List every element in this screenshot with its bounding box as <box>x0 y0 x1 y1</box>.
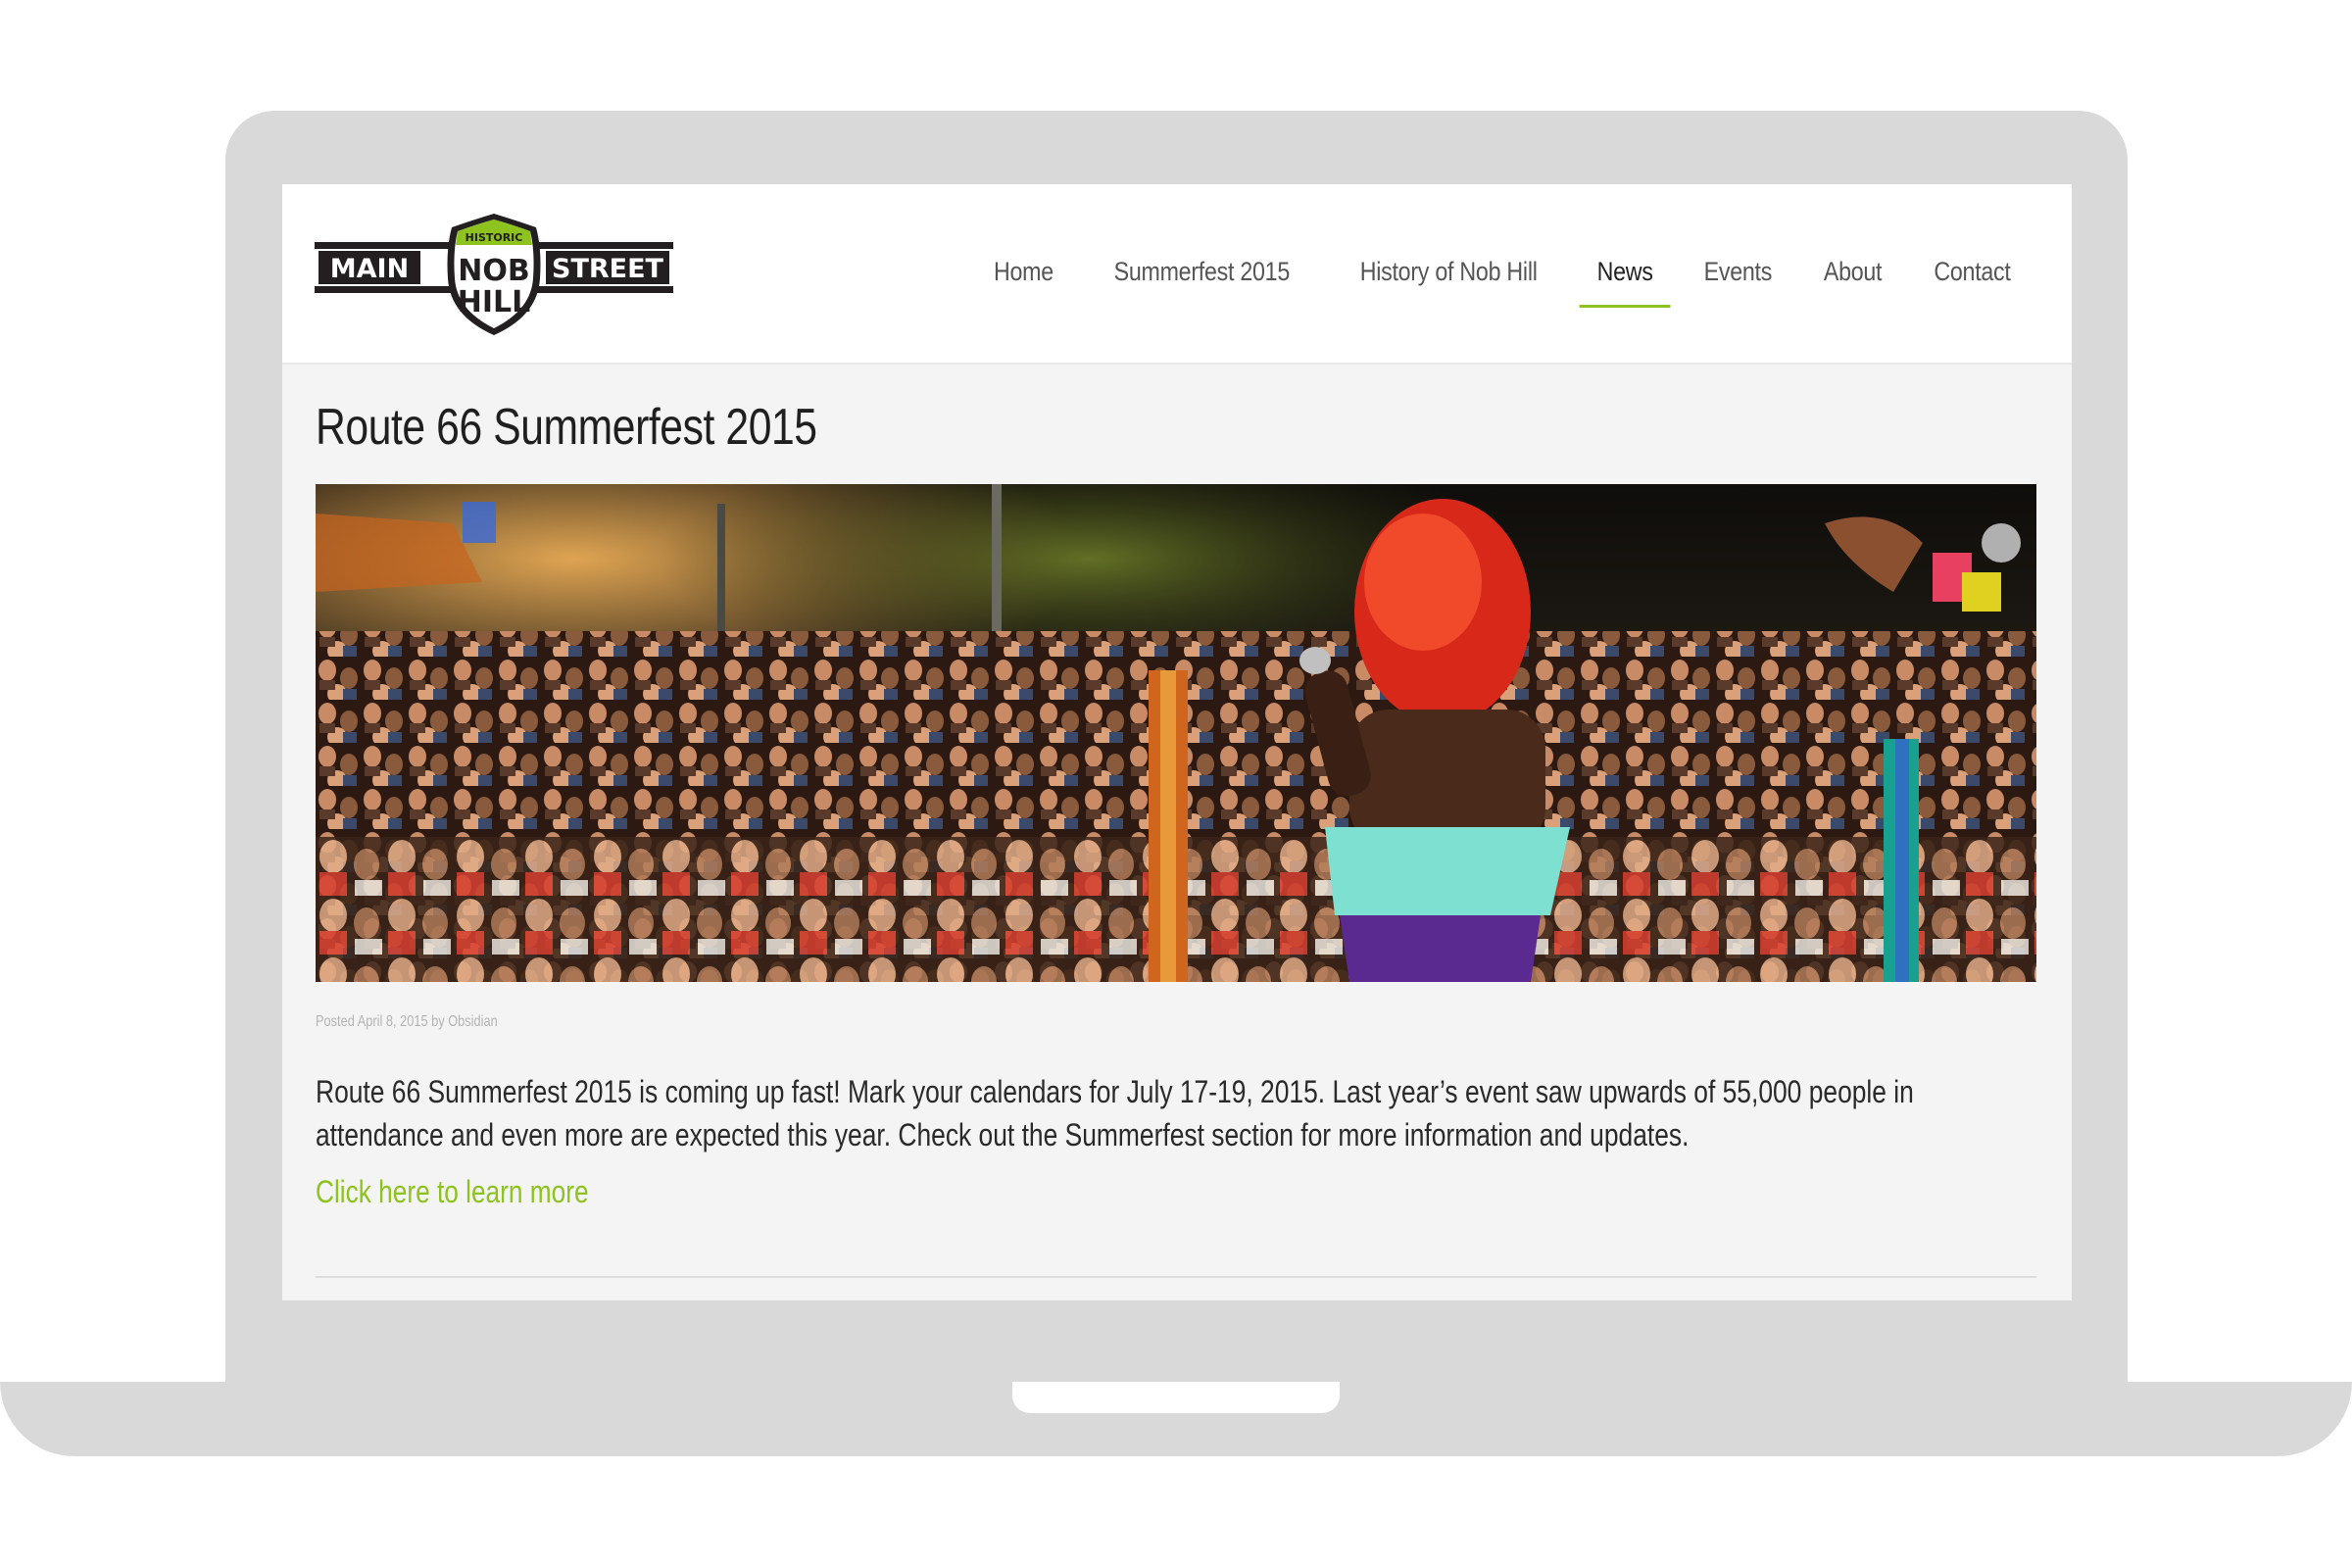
logo-hill-text: HILL <box>458 285 531 319</box>
nav-item-label: History of Nob Hill <box>1359 257 1538 286</box>
logo-main-text: MAIN <box>330 254 409 284</box>
site-header: HISTORIC MAIN NOB HILL STREET Home Summer… <box>282 184 2072 365</box>
logo-historic-text: HISTORIC <box>466 231 523 244</box>
post-divider <box>316 1276 2036 1278</box>
nav-item-label: Summerfest 2015 <box>1113 257 1291 286</box>
nav-item-news[interactable]: News <box>1579 253 1671 321</box>
hero-concert-photo <box>316 484 2036 982</box>
nav-item-label: Home <box>994 257 1054 286</box>
nav-item-label: About <box>1823 257 1883 286</box>
nav-item-contact[interactable]: Contact <box>1916 253 2028 321</box>
nav-item-about[interactable]: About <box>1806 253 1900 321</box>
learn-more-link[interactable]: Click here to learn more <box>316 1174 589 1210</box>
nav-item-history-of-nob-hill[interactable]: History of Nob Hill <box>1342 253 1554 321</box>
nav-item-label: Contact <box>1934 257 2011 286</box>
browser-screen: HISTORIC MAIN NOB HILL STREET Home Summer… <box>282 184 2072 1300</box>
laptop-notch <box>1012 1382 1340 1413</box>
post-body: Route 66 Summerfest 2015 is coming up fa… <box>316 1074 1914 1152</box>
active-nav-indicator <box>1579 305 1671 308</box>
post-title: Route 66 Summerfest 2015 <box>316 399 817 456</box>
main-navigation: Home Summerfest 2015 History of Nob Hill Ne… <box>968 253 2037 321</box>
nav-item-summerfest-2015[interactable]: Summerfest 2015 <box>1096 253 1307 321</box>
nav-item-home[interactable]: Home <box>976 253 1071 321</box>
nav-item-events[interactable]: Events <box>1687 253 1790 321</box>
main-street-nob-hill-logo[interactable]: HISTORIC MAIN NOB HILL STREET <box>315 210 673 339</box>
post-meta: Posted April 8, 2015 by Obsidian <box>316 1013 498 1030</box>
logo-nob-text: NOB <box>458 254 529 288</box>
nav-item-label: Events <box>1703 257 1773 286</box>
logo-street-text: STREET <box>552 254 664 284</box>
nav-item-label: News <box>1596 257 1653 286</box>
